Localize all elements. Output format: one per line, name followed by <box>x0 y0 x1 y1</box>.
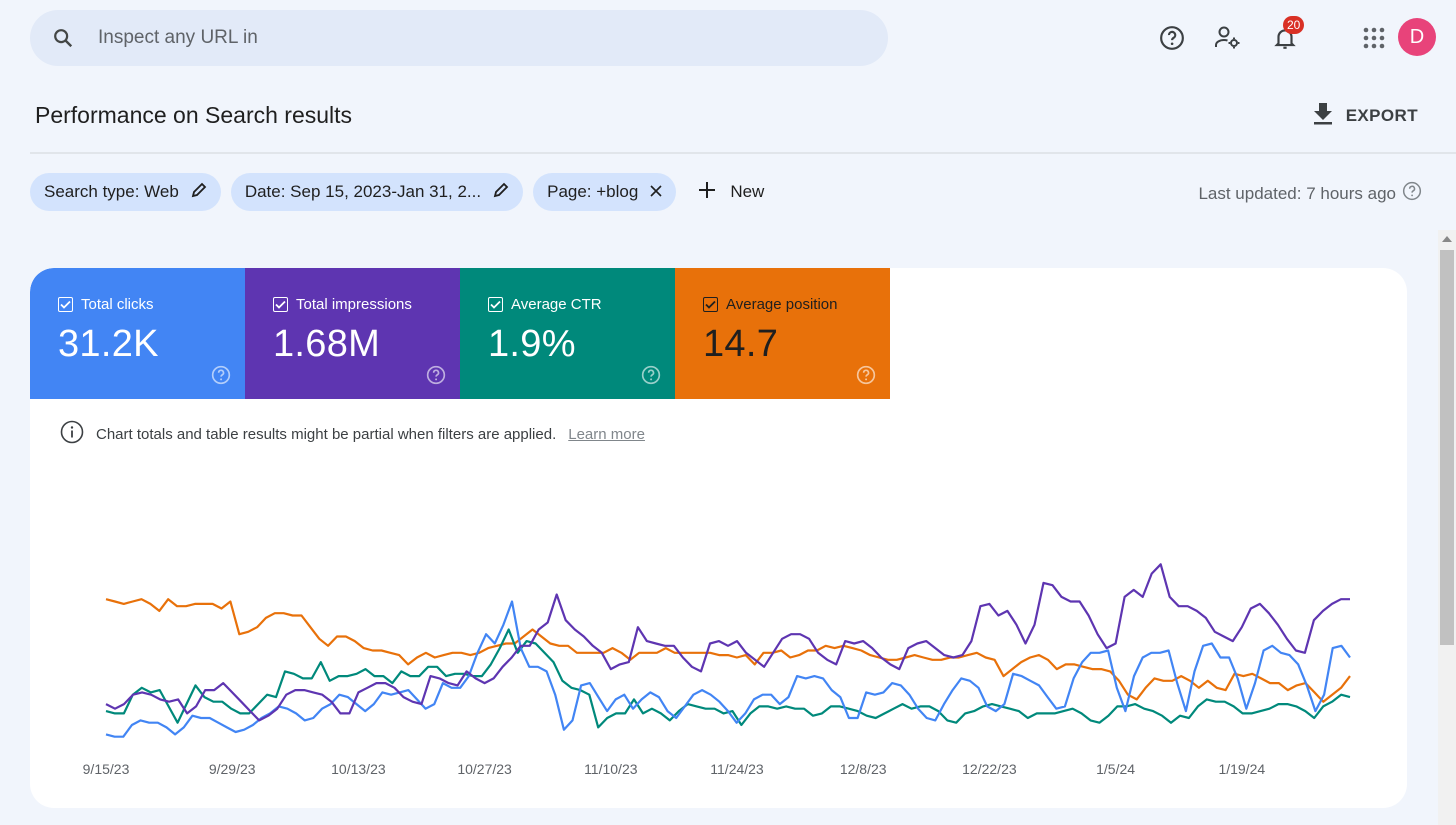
metric-value: 14.7 <box>703 323 779 365</box>
help-icon[interactable] <box>1402 181 1422 206</box>
series-line-total-clicks <box>105 600 1351 738</box>
metric-label: Total impressions <box>296 296 412 313</box>
metric-tiles: Total clicks 31.2K Total impressions 1.6… <box>30 268 1407 399</box>
plus-icon <box>698 181 716 204</box>
x-tick-label: 12/8/23 <box>840 761 887 777</box>
metric-total-impressions[interactable]: Total impressions 1.68M <box>245 268 460 399</box>
new-filter-button[interactable]: New <box>686 181 764 204</box>
metric-total-clicks[interactable]: Total clicks 31.2K <box>30 268 245 399</box>
metric-value: 1.68M <box>273 323 381 365</box>
filter-chip-search-type[interactable]: Search type: Web <box>30 173 221 211</box>
help-icon[interactable] <box>1156 22 1188 54</box>
checkbox-checked-icon[interactable] <box>58 297 73 312</box>
search-icon <box>50 25 76 51</box>
download-icon <box>1312 101 1334 130</box>
x-tick-label: 11/24/23 <box>710 761 764 777</box>
performance-card: Total clicks 31.2K Total impressions 1.6… <box>30 268 1407 808</box>
export-label: EXPORT <box>1345 105 1418 125</box>
filter-chip-date[interactable]: Date: Sep 15, 2023-Jan 31, 2... <box>230 173 524 211</box>
checkbox-checked-icon[interactable] <box>273 297 288 312</box>
last-updated: Last updated: 7 hours ago <box>1198 181 1422 206</box>
metric-value: 31.2K <box>58 323 159 365</box>
series-line-average-position <box>105 598 1351 703</box>
url-inspection-input[interactable] <box>98 27 798 49</box>
series-line-average-ctr <box>105 628 1351 729</box>
info-icon <box>60 420 84 448</box>
metric-average-position[interactable]: Average position 14.7 <box>675 268 890 399</box>
series-lines <box>105 563 1351 738</box>
series-line-total-impressions <box>105 563 1350 722</box>
page-scrollbar[interactable] <box>1438 230 1456 825</box>
help-icon[interactable] <box>211 365 231 385</box>
manage-users-icon[interactable] <box>1212 22 1244 54</box>
x-tick-label: 11/10/23 <box>584 761 638 777</box>
metric-average-ctr[interactable]: Average CTR 1.9% <box>460 268 675 399</box>
avatar[interactable]: D <box>1398 18 1436 56</box>
help-icon[interactable] <box>856 365 876 385</box>
notification-count-badge: 20 <box>1283 16 1305 34</box>
filter-chip-page[interactable]: Page: +blog <box>533 173 677 211</box>
checkbox-checked-icon[interactable] <box>703 297 718 312</box>
scrollbar-thumb[interactable] <box>1440 250 1454 645</box>
learn-more-link[interactable]: Learn more <box>568 426 645 443</box>
header-divider <box>30 152 1456 154</box>
help-icon[interactable] <box>641 365 661 385</box>
x-tick-label: 12/22/23 <box>962 761 1017 777</box>
metric-label: Average position <box>726 296 838 313</box>
url-inspection-search[interactable] <box>30 10 888 66</box>
x-tick-label: 9/29/23 <box>209 761 256 777</box>
page-title: Performance on Search results <box>35 102 353 128</box>
checkbox-checked-icon[interactable] <box>488 297 503 312</box>
x-tick-label: 10/27/23 <box>457 761 512 777</box>
x-tick-label: 1/5/24 <box>1096 761 1135 777</box>
x-axis-ticks: 9/15/23 9/29/23 10/13/23 10/27/23 11/10/23 11… <box>83 761 1266 777</box>
scroll-up-arrow-icon[interactable] <box>1438 230 1456 248</box>
metric-label: Total clicks <box>81 296 154 313</box>
chip-label: Page: +blog <box>547 182 639 201</box>
x-tick-label: 1/19/24 <box>1218 761 1265 777</box>
last-updated-text: Last updated: 7 hours ago <box>1198 183 1396 203</box>
x-tick-label: 10/13/23 <box>331 761 386 777</box>
chip-label: Search type: Web <box>44 182 179 201</box>
new-filter-label: New <box>730 182 765 201</box>
apps-grid-icon[interactable] <box>1358 22 1390 54</box>
edit-icon[interactable] <box>493 182 509 203</box>
edit-icon[interactable] <box>191 182 207 203</box>
notifications-icon[interactable]: 20 <box>1269 16 1305 54</box>
export-button[interactable]: EXPORT <box>1312 101 1418 130</box>
help-icon[interactable] <box>426 365 446 385</box>
partial-results-notice: Chart totals and table results might be … <box>60 420 645 448</box>
chip-label: Date: Sep 15, 2023-Jan 31, 2... <box>244 182 482 201</box>
top-bar-actions: 20 D <box>1116 16 1456 60</box>
metric-value: 1.9% <box>488 323 576 365</box>
filter-chips: Search type: Web Date: Sep 15, 2023-Jan … <box>30 173 764 211</box>
close-icon[interactable] <box>650 182 662 202</box>
notice-text: Chart totals and table results might be … <box>96 425 557 443</box>
metric-label: Average CTR <box>511 296 602 313</box>
x-tick-label: 9/15/23 <box>83 761 130 777</box>
